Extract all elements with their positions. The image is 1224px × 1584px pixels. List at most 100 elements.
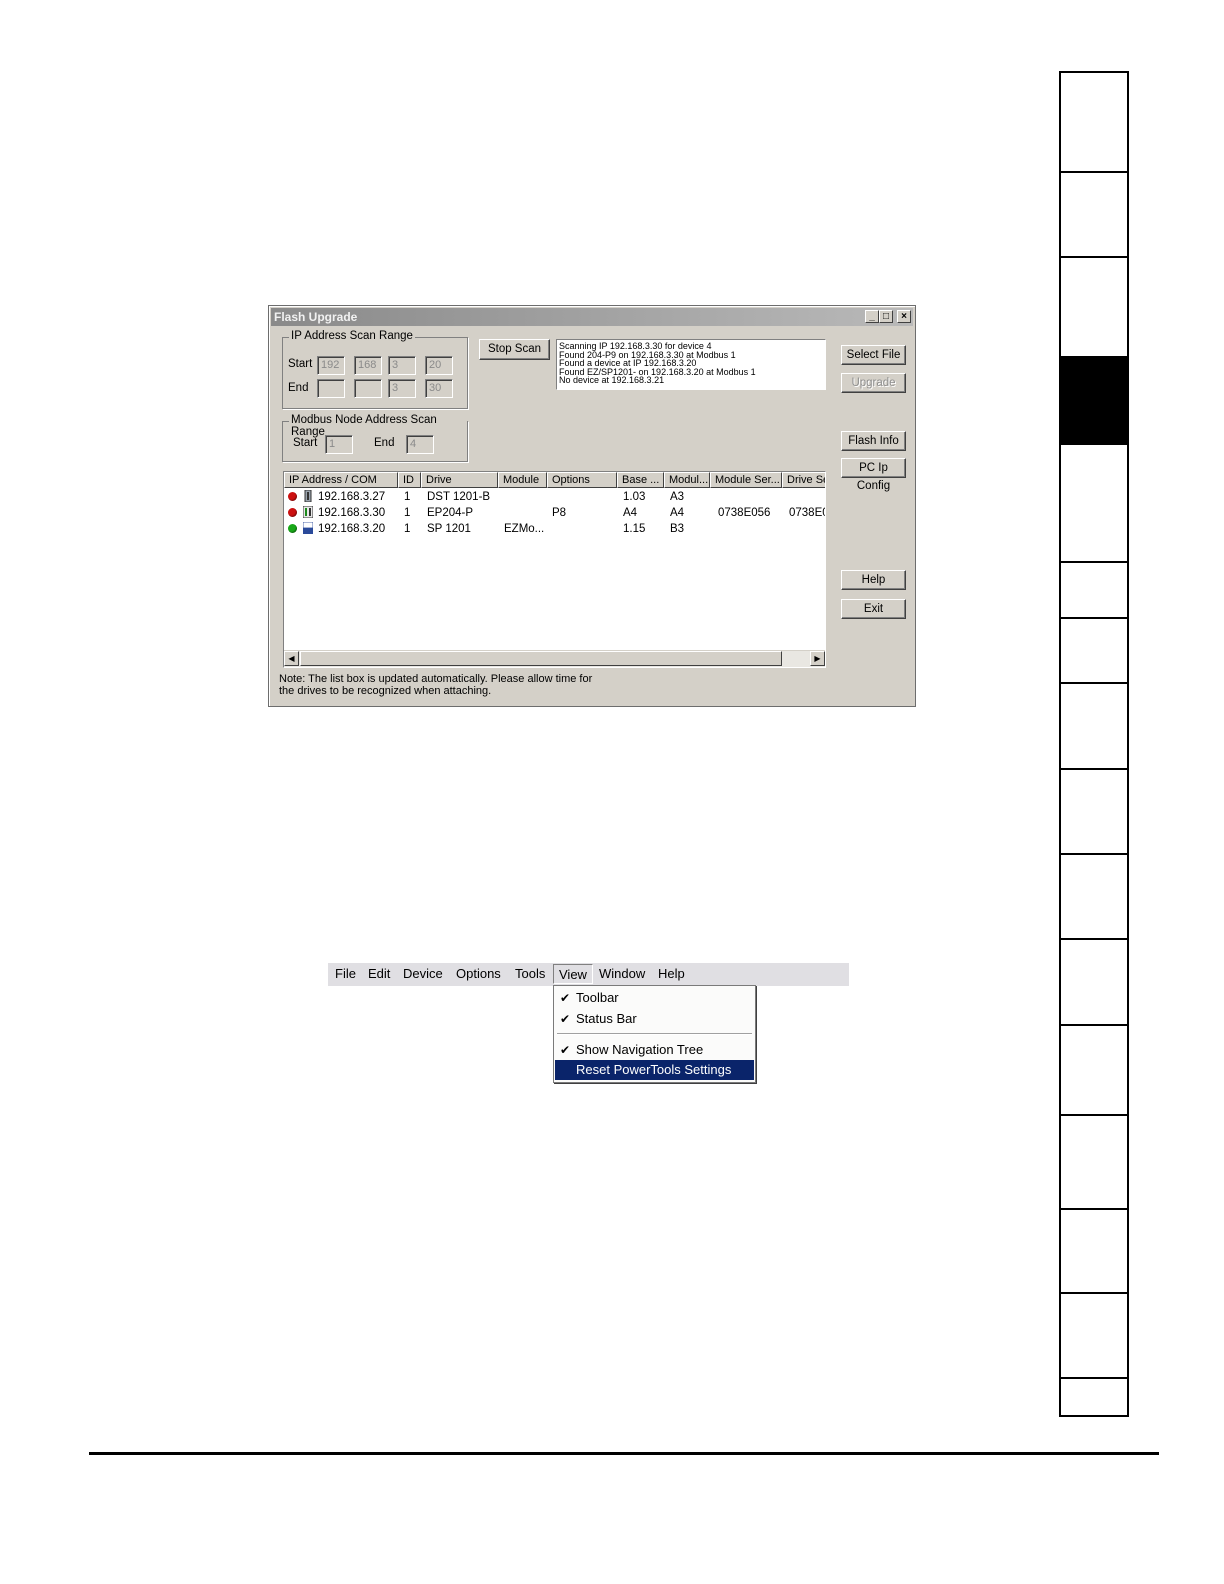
log-line: No device at 192.168.3.21 bbox=[559, 375, 665, 385]
ip-end-octet-1[interactable] bbox=[317, 379, 345, 398]
section-tab bbox=[1061, 358, 1127, 445]
cell-ip: 192.168.3.20 bbox=[318, 523, 386, 535]
section-tab bbox=[1061, 1379, 1127, 1419]
column-module-serial[interactable]: Module Ser... bbox=[710, 472, 782, 488]
section-tab bbox=[1061, 770, 1127, 855]
title-bar[interactable]: Flash Upgrade _ □ × bbox=[271, 308, 913, 326]
section-tab bbox=[1061, 940, 1127, 1026]
drive-icon bbox=[303, 506, 313, 518]
close-button[interactable]: × bbox=[897, 310, 911, 323]
select-file-button[interactable]: Select File bbox=[841, 345, 906, 365]
section-tab bbox=[1061, 1210, 1127, 1294]
menu-help[interactable]: Help bbox=[658, 966, 685, 981]
ip-start-octet-1[interactable]: 192 bbox=[317, 356, 345, 375]
device-list[interactable]: IP Address / COM ID Drive Module Options… bbox=[283, 471, 826, 668]
cell-ip: 192.168.3.30 bbox=[318, 507, 386, 519]
column-module[interactable]: Module bbox=[498, 472, 547, 488]
ip-end-octet-4[interactable]: 30 bbox=[425, 379, 453, 398]
column-options[interactable]: Options bbox=[547, 472, 617, 488]
menu-bar: File Edit Device Options Tools View Wind… bbox=[328, 963, 849, 986]
cell-id: 1 bbox=[404, 507, 411, 519]
stop-scan-button[interactable]: Stop Scan bbox=[479, 339, 550, 360]
menu-options[interactable]: Options bbox=[456, 966, 501, 981]
pc-ip-config-button[interactable]: PC Ip Config bbox=[841, 458, 906, 492]
cell-drive-serial: 0738E0 bbox=[789, 507, 826, 519]
section-tab bbox=[1061, 1026, 1127, 1116]
cell-base: 1.15 bbox=[623, 523, 646, 535]
cell-drive: EP204-P bbox=[427, 507, 474, 519]
menu-window[interactable]: Window bbox=[599, 966, 645, 981]
menu-device[interactable]: Device bbox=[403, 966, 443, 981]
cell-modul: A3 bbox=[670, 491, 685, 503]
note-text: Note: The list box is updated automatica… bbox=[279, 673, 593, 697]
menu-edit[interactable]: Edit bbox=[368, 966, 390, 981]
cell-modul: B3 bbox=[670, 523, 685, 535]
column-ip-address[interactable]: IP Address / COM bbox=[284, 472, 398, 488]
scroll-left-icon[interactable]: ◀ bbox=[284, 651, 299, 666]
cell-modul: A4 bbox=[670, 507, 685, 519]
column-base[interactable]: Base ... bbox=[617, 472, 664, 488]
flash-info-button[interactable]: Flash Info bbox=[841, 431, 906, 451]
section-tab bbox=[1061, 855, 1127, 940]
footer-rule bbox=[89, 1452, 1159, 1455]
column-drive-serial[interactable]: Drive Se bbox=[782, 472, 825, 488]
ip-start-octet-4[interactable]: 20 bbox=[425, 356, 453, 375]
menu-tools[interactable]: Tools bbox=[515, 966, 545, 981]
menu-item-status-bar[interactable]: ✔ Status Bar bbox=[555, 1009, 754, 1029]
ip-end-octet-3[interactable]: 3 bbox=[388, 379, 416, 398]
view-dropdown: ✔ Toolbar ✔ Status Bar ✔ Show Navigation… bbox=[553, 985, 756, 1083]
column-modul[interactable]: Modul... bbox=[664, 472, 710, 488]
check-icon: ✔ bbox=[560, 1012, 571, 1026]
menu-item-show-navigation-tree[interactable]: ✔ Show Navigation Tree bbox=[555, 1040, 754, 1060]
help-button[interactable]: Help bbox=[841, 570, 906, 590]
menu-view[interactable]: View bbox=[553, 964, 593, 984]
maximize-button[interactable]: □ bbox=[879, 310, 893, 323]
section-tab bbox=[1061, 445, 1127, 563]
ip-start-octet-3[interactable]: 3 bbox=[388, 356, 416, 375]
drive-icon bbox=[304, 490, 312, 502]
status-dot-icon bbox=[288, 524, 297, 533]
ez-drive-icon bbox=[303, 522, 313, 534]
section-tab bbox=[1061, 1116, 1127, 1210]
exit-button[interactable]: Exit bbox=[841, 599, 906, 619]
table-row[interactable]: 192.168.3.30 1 EP204-P P8 A4 A4 0738E056… bbox=[284, 505, 825, 521]
flash-upgrade-window: Flash Upgrade _ □ × IP Address Scan Rang… bbox=[268, 305, 916, 707]
ip-start-label: Start bbox=[288, 358, 313, 370]
ip-end-octet-2[interactable] bbox=[354, 379, 382, 398]
cell-drive: SP 1201 bbox=[427, 523, 471, 535]
table-row[interactable]: 192.168.3.20 1 SP 1201 EZMo... 1.15 B3 bbox=[284, 521, 825, 537]
ip-start-octet-2[interactable]: 168 bbox=[354, 356, 382, 375]
status-dot-icon bbox=[288, 508, 297, 517]
menu-item-toolbar[interactable]: ✔ Toolbar bbox=[555, 988, 754, 1008]
column-drive[interactable]: Drive bbox=[421, 472, 498, 488]
menu-item-label: Status Bar bbox=[576, 1011, 637, 1026]
menu-item-label: Show Navigation Tree bbox=[576, 1042, 704, 1057]
cell-ip: 192.168.3.27 bbox=[318, 491, 386, 503]
menu-file[interactable]: File bbox=[335, 966, 356, 981]
column-id[interactable]: ID bbox=[398, 472, 421, 488]
cell-drive: DST 1201-B bbox=[427, 491, 491, 503]
section-tab bbox=[1061, 73, 1127, 173]
table-row[interactable]: 192.168.3.27 1 DST 1201-B 1.03 A3 bbox=[284, 489, 825, 505]
minimize-button[interactable]: _ bbox=[865, 310, 879, 323]
scroll-right-icon[interactable]: ▶ bbox=[810, 651, 825, 666]
menu-separator bbox=[557, 1033, 752, 1035]
modbus-start-field[interactable]: 1 bbox=[325, 435, 353, 454]
window-title: Flash Upgrade bbox=[274, 310, 358, 324]
ip-end-label: End bbox=[288, 382, 309, 394]
modbus-end-field[interactable]: 4 bbox=[406, 435, 434, 454]
cell-options: P8 bbox=[552, 507, 567, 519]
section-tab bbox=[1061, 173, 1127, 258]
section-tab bbox=[1061, 563, 1127, 619]
scroll-thumb[interactable] bbox=[300, 651, 782, 666]
upgrade-button[interactable]: Upgrade bbox=[841, 373, 906, 393]
section-tab bbox=[1061, 1294, 1127, 1379]
horizontal-scrollbar[interactable]: ◀ ▶ bbox=[284, 650, 825, 667]
menu-item-reset-powertools-settings[interactable]: Reset PowerTools Settings bbox=[555, 1060, 754, 1080]
check-icon: ✔ bbox=[560, 1043, 571, 1057]
cell-module: EZMo... bbox=[504, 523, 545, 535]
status-dot-icon bbox=[288, 492, 297, 501]
cell-id: 1 bbox=[404, 523, 411, 535]
cell-module-serial: 0738E056 bbox=[718, 507, 771, 519]
section-tab bbox=[1061, 684, 1127, 770]
